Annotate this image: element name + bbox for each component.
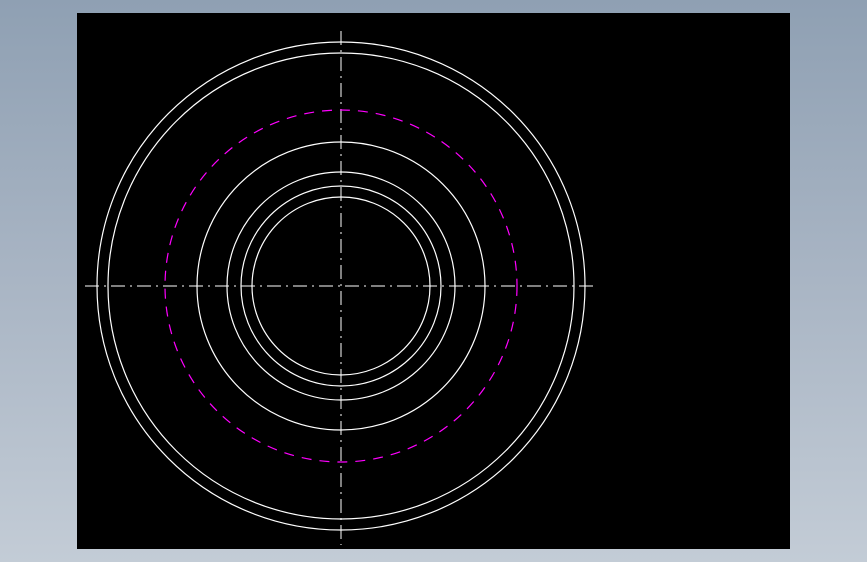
cad-drawing <box>85 31 598 545</box>
cad-viewport[interactable] <box>77 13 790 549</box>
